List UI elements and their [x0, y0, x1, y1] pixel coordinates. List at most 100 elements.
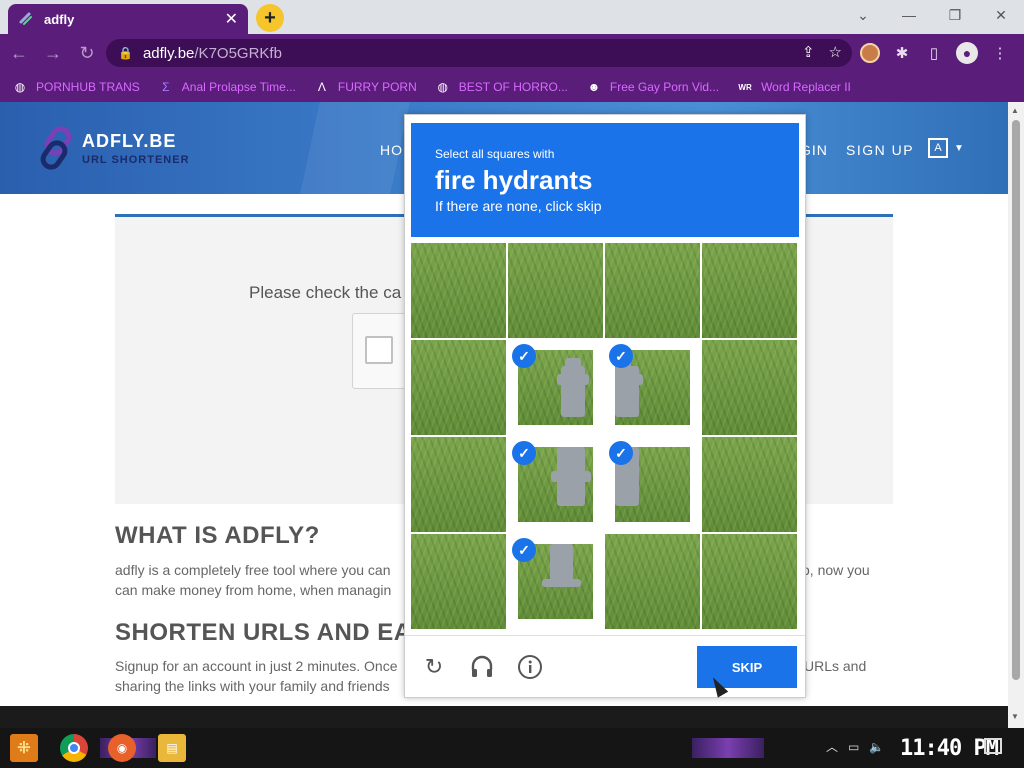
challenge-tile[interactable] — [411, 534, 506, 629]
bookmark-item[interactable]: ◍ PORNHUB TRANS — [12, 79, 140, 95]
what-is-paragraph-right: o, now you — [802, 562, 870, 578]
challenge-tile[interactable]: ✓ — [508, 340, 603, 435]
bookmark-label: PORNHUB TRANS — [36, 80, 140, 94]
challenge-grid: ✓ ✓ ✓ ✓ ✓ — [411, 243, 799, 631]
logo-subtitle: URL SHORTENER — [82, 153, 190, 166]
network-icon[interactable]: ▭ — [848, 740, 859, 754]
hydrant-fragment — [551, 470, 591, 482]
challenge-tile[interactable] — [411, 437, 506, 532]
close-window-button[interactable]: ✕ — [978, 0, 1024, 30]
extensions-puzzle-icon[interactable]: ✱ — [892, 43, 912, 63]
challenge-tile[interactable] — [411, 243, 506, 338]
taskbar: ⁜ ◉ ▤ ︿ ▭ 🔈 11:40 PM — [0, 728, 1024, 768]
challenge-tile[interactable] — [411, 340, 506, 435]
challenge-tile[interactable] — [702, 534, 797, 629]
tab-search-icon[interactable]: ⌄ — [840, 0, 886, 30]
bookmark-item[interactable]: Σ Anal Prolapse Time... — [158, 79, 296, 95]
tile-image — [702, 243, 797, 338]
wr-icon: WR — [738, 82, 752, 92]
bookmark-label: BEST OF HORRO... — [458, 80, 568, 94]
challenge-tile[interactable] — [605, 243, 700, 338]
system-tray: ︿ ▭ 🔈 — [826, 738, 884, 755]
bookmark-label: FURRY PORN — [337, 80, 417, 94]
what-is-paragraph: adfly is a completely free tool where yo… — [115, 562, 391, 578]
tile-image — [411, 340, 506, 435]
bookmark-star-icon[interactable]: ☆ — [829, 43, 842, 61]
extension-avatar-icon[interactable] — [860, 43, 880, 63]
info-icon[interactable] — [517, 654, 543, 680]
forward-button[interactable]: → — [38, 38, 68, 68]
start-button[interactable]: ⁜ — [10, 734, 38, 762]
globe-icon: ◍ — [437, 80, 448, 94]
nav-signup[interactable]: SIGN UP — [846, 142, 914, 158]
profile-icon[interactable]: ● — [956, 42, 978, 64]
bookmark-item[interactable]: ☻ Free Gay Porn Vid... — [586, 79, 720, 95]
site-logo[interactable]: ADFLY.BE URL SHORTENER — [36, 126, 190, 170]
bookmark-item[interactable]: Λ FURRY PORN — [314, 79, 417, 95]
challenge-tile[interactable] — [702, 243, 797, 338]
new-tab-button[interactable]: + — [256, 4, 284, 32]
page-scrollbar[interactable]: ▲ ▼ — [1008, 102, 1024, 728]
checkmark-icon: ✓ — [512, 538, 536, 562]
globe-icon: ◍ — [14, 80, 26, 94]
challenge-instruction: Select all squares with — [435, 147, 555, 161]
bookmark-item[interactable]: WR Word Replacer II — [737, 79, 850, 95]
challenge-tile[interactable]: ✓ — [605, 340, 700, 435]
reload-button[interactable]: ↻ — [72, 38, 102, 68]
side-panel-icon[interactable]: ▯ — [924, 43, 944, 63]
url-path: /K7O5GRKfb — [194, 44, 282, 62]
bookmarks-bar: ◍ PORNHUB TRANS Σ Anal Prolapse Time... ΛF… — [0, 72, 1024, 102]
what-is-heading: WHAT IS ADFLY? — [115, 522, 320, 549]
firefox-icon[interactable]: ◉ — [108, 734, 136, 762]
browser-tab[interactable]: adfly ✕ — [8, 4, 248, 34]
challenge-tile[interactable]: ✓ — [508, 534, 603, 629]
back-button[interactable]: ← — [4, 38, 34, 68]
sigma-icon: Σ — [162, 80, 170, 94]
challenge-tile[interactable]: ✓ — [508, 437, 603, 532]
volume-icon[interactable]: 🔈 — [869, 740, 884, 754]
scroll-thumb[interactable] — [1012, 120, 1020, 680]
chain-link-icon — [36, 126, 80, 170]
shorten-heading: SHORTEN URLS AND EA — [115, 619, 412, 646]
hydrant-fragment — [615, 373, 643, 385]
tile-image — [508, 243, 603, 338]
address-bar[interactable]: 🔒 adfly.be/K7O5GRKfb ⇪ ☆ — [106, 39, 852, 67]
challenge-tile[interactable] — [508, 243, 603, 338]
chrome-icon[interactable] — [60, 734, 88, 762]
challenge-tile[interactable] — [605, 534, 700, 629]
challenge-target: fire hydrants — [435, 165, 593, 195]
what-is-paragraph-2: can make money from home, when managin — [115, 582, 392, 598]
challenge-tile[interactable]: ✓ — [605, 437, 700, 532]
chevron-up-icon[interactable]: ︿ — [826, 738, 838, 755]
minimize-button[interactable]: — — [886, 0, 932, 30]
tab-bar: adfly ✕ + ⌄ — ❐ ✕ — [0, 0, 1024, 34]
checkmark-icon: ✓ — [512, 344, 536, 368]
bookmark-label: Anal Prolapse Time... — [181, 80, 296, 94]
tile-image — [411, 243, 506, 338]
bookmark-label: Free Gay Porn Vid... — [609, 80, 720, 94]
challenge-tile[interactable] — [702, 437, 797, 532]
notification-icon[interactable] — [984, 738, 1002, 754]
tile-image — [411, 534, 506, 629]
challenge-footer: ↻ SKIP — [405, 635, 805, 697]
audio-challenge-icon[interactable] — [469, 654, 495, 680]
share-icon[interactable]: ⇪ — [802, 43, 815, 61]
challenge-tile[interactable] — [702, 340, 797, 435]
restore-button[interactable]: ❐ — [932, 0, 978, 30]
menu-kebab-icon[interactable]: ⋮ — [990, 43, 1010, 63]
checkmark-icon: ✓ — [609, 344, 633, 368]
challenge-hint: If there are none, click skip — [435, 198, 602, 214]
file-explorer-icon[interactable]: ▤ — [158, 734, 186, 762]
scroll-down-icon[interactable]: ▼ — [1011, 712, 1019, 721]
language-selector[interactable]: A ▼ — [928, 138, 964, 158]
nav-home[interactable]: HO — [380, 142, 403, 158]
hydrant-fragment — [615, 470, 639, 482]
tab-close-icon[interactable]: ✕ — [225, 9, 238, 29]
scroll-up-icon[interactable]: ▲ — [1011, 106, 1019, 115]
tab-title: adfly — [44, 11, 75, 27]
reload-challenge-icon[interactable]: ↻ — [421, 654, 447, 680]
captcha-prompt-text: Please check the ca — [249, 283, 402, 302]
recaptcha-checkbox[interactable] — [365, 336, 393, 364]
tile-image — [702, 437, 797, 532]
bookmark-item[interactable]: ◍ BEST OF HORRO... — [435, 79, 568, 95]
